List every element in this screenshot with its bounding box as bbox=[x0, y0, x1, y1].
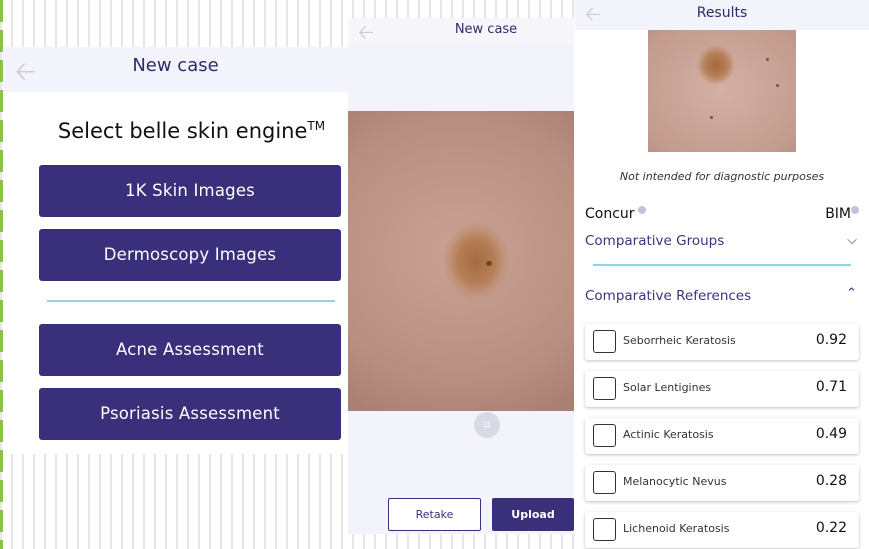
heading-text: Select belle skin engine bbox=[57, 119, 308, 143]
engine-select-screen: 🡠 New case Select belle skin engineTM 1K… bbox=[3, 47, 348, 454]
reference-row[interactable]: Actinic Keratosis 0.49 bbox=[585, 418, 859, 454]
reference-row[interactable]: Seborrheic Keratosis 0.92 bbox=[585, 324, 859, 360]
reference-score: 0.28 bbox=[815, 473, 847, 489]
results-screen: 🡠 Results Not intended for diagnostic pu… bbox=[575, 0, 869, 549]
crop-icon[interactable]: ⌗ bbox=[474, 412, 500, 438]
trademark: TM bbox=[307, 119, 326, 133]
reference-row[interactable]: Melanocytic Nevus 0.28 bbox=[585, 465, 859, 501]
skin-photo bbox=[348, 111, 574, 411]
header: 🡠 New case bbox=[348, 18, 574, 44]
info-dot-icon[interactable] bbox=[851, 206, 859, 214]
reference-row[interactable]: Solar Lentigines 0.71 bbox=[585, 371, 859, 407]
reference-name: Seborrheic Keratosis bbox=[623, 334, 736, 347]
chevron-up-icon[interactable]: ⌃ bbox=[846, 286, 857, 301]
reference-name: Actinic Keratosis bbox=[623, 428, 714, 441]
chevron-down-icon[interactable]: ⌵ bbox=[847, 233, 857, 248]
page-title: New case bbox=[454, 22, 518, 37]
header: 🡠 New case bbox=[3, 47, 348, 92]
reference-row[interactable]: Lichenoid Keratosis 0.22 bbox=[585, 512, 859, 548]
action-bar: Retake Upload bbox=[348, 488, 574, 534]
skin-spot bbox=[710, 116, 713, 119]
reference-checkbox[interactable] bbox=[593, 518, 616, 541]
upload-button[interactable]: Upload bbox=[492, 498, 574, 531]
reference-score: 0.22 bbox=[815, 520, 847, 536]
reference-score: 0.71 bbox=[815, 379, 847, 395]
photo-capture-screen: 🡠 New case ⌗ Retake Upload bbox=[348, 18, 574, 534]
comparative-references-title[interactable]: Comparative References bbox=[585, 288, 751, 304]
tab-concur[interactable]: Concur bbox=[585, 206, 635, 222]
reference-name: Solar Lentigines bbox=[623, 381, 712, 394]
page-title: New case bbox=[132, 55, 219, 76]
comparative-groups-title[interactable]: Comparative Groups bbox=[585, 233, 724, 249]
divider bbox=[593, 264, 851, 266]
reference-checkbox[interactable] bbox=[593, 471, 616, 494]
engine-button-psoriasis[interactable]: Psoriasis Assessment bbox=[39, 388, 341, 440]
info-dot-icon[interactable] bbox=[638, 206, 646, 214]
skin-spot bbox=[776, 84, 779, 87]
lesion-detail bbox=[486, 261, 492, 266]
page-title: Results bbox=[696, 5, 748, 21]
divider bbox=[47, 300, 335, 302]
reference-checkbox[interactable] bbox=[593, 330, 616, 353]
header: 🡠 Results bbox=[575, 0, 869, 30]
retake-button[interactable]: Retake bbox=[388, 498, 481, 531]
engine-heading: Select belle skin engineTM bbox=[3, 119, 380, 143]
reference-name: Lichenoid Keratosis bbox=[623, 522, 730, 535]
engine-button-dermoscopy[interactable]: Dermoscopy Images bbox=[39, 229, 341, 281]
reference-score: 0.49 bbox=[815, 426, 847, 442]
engine-button-acne[interactable]: Acne Assessment bbox=[39, 324, 341, 376]
disclaimer: Not intended for diagnostic purposes bbox=[619, 170, 825, 183]
back-arrow-icon[interactable]: 🡠 bbox=[358, 18, 374, 52]
engine-button-1k-skin[interactable]: 1K Skin Images bbox=[39, 165, 341, 217]
reference-checkbox[interactable] bbox=[593, 377, 616, 400]
tab-bim[interactable]: BIM bbox=[825, 206, 851, 222]
result-photo bbox=[648, 30, 796, 152]
reference-score: 0.92 bbox=[815, 332, 847, 348]
reference-name: Melanocytic Nevus bbox=[623, 475, 727, 488]
skin-spot bbox=[766, 58, 769, 61]
reference-checkbox[interactable] bbox=[593, 424, 616, 447]
